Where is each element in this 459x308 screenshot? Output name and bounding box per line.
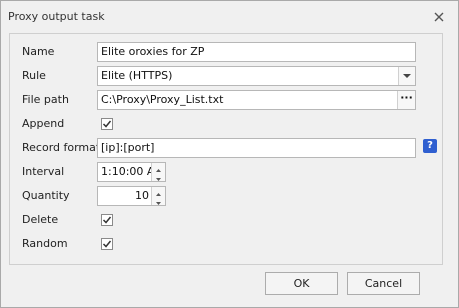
interval-value: 1:10:00 A [101,165,155,178]
delete-label: Delete [22,213,59,226]
rule-label: Rule [22,69,46,82]
spin-up-icon[interactable] [152,187,165,196]
rule-value: Elite (HTTPS) [101,69,173,82]
interval-time-input[interactable]: 1:10:00 A [97,162,166,182]
cancel-button[interactable]: Cancel [347,272,420,295]
name-value: Elite oroxies for ZP [101,45,205,58]
spin-down-icon[interactable] [152,196,165,205]
append-checkbox[interactable] [101,118,113,130]
proxy-output-task-dialog: Proxy output task Name Elite oroxies for… [0,0,459,308]
window-title: Proxy output task [8,10,105,23]
settings-panel: Name Elite oroxies for ZP Rule Elite (HT… [9,33,443,265]
quantity-spinner [151,187,165,205]
file-path-value: C:\Proxy\Proxy_List.txt [101,93,224,106]
ellipsis-icon[interactable]: ··· [397,91,415,109]
checkmark-icon [102,216,112,224]
file-path-input[interactable]: C:\Proxy\Proxy_List.txt ··· [97,90,416,110]
title-bar: Proxy output task [1,1,458,31]
spin-up-icon[interactable] [152,163,165,172]
record-format-label: Record format [22,141,101,154]
random-checkbox[interactable] [101,238,113,250]
append-label: Append [22,117,65,130]
name-label: Name [22,45,55,58]
close-icon[interactable] [433,11,445,23]
checkmark-icon [102,120,112,128]
checkmark-icon [102,240,112,248]
help-icon[interactable]: ? [423,139,437,153]
interval-spinner [151,163,165,181]
interval-label: Interval [22,165,65,178]
name-input[interactable]: Elite oroxies for ZP [97,42,416,62]
file-path-label: File path [22,93,69,106]
rule-dropdown[interactable]: Elite (HTTPS) [97,66,416,86]
record-format-value: [ip]:[port] [101,141,155,154]
delete-checkbox[interactable] [101,214,113,226]
record-format-input[interactable]: [ip]:[port] [97,138,416,158]
quantity-label: Quantity [22,189,70,202]
chevron-down-icon[interactable] [398,67,415,85]
ok-button[interactable]: OK [265,272,338,295]
random-label: Random [22,237,68,250]
quantity-stepper[interactable]: 10 [97,186,166,206]
quantity-value: 10 [135,189,149,202]
spin-down-icon[interactable] [152,172,165,181]
